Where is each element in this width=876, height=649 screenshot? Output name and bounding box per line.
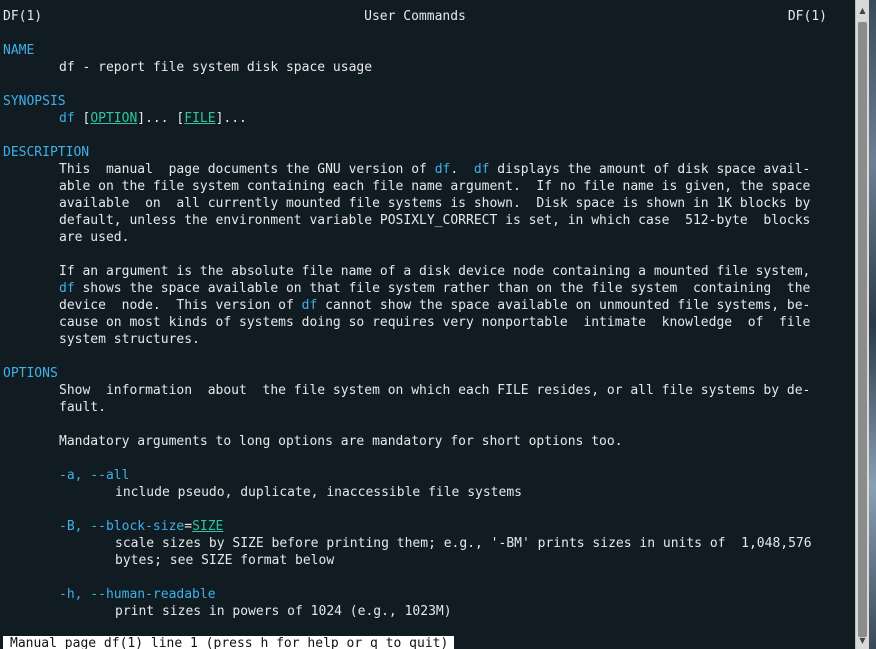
description-p1-line2: able on the file system containing each …: [59, 179, 811, 194]
df-keyword: df: [473, 162, 490, 177]
section-name-heading: NAME: [3, 43, 35, 58]
synopsis-bracket-close: ]...: [215, 111, 247, 126]
df-keyword: df: [301, 298, 318, 313]
description-p2-line3: device node. This version of df cannot s…: [59, 297, 810, 314]
options-intro-line1: Show information about the file system o…: [59, 383, 811, 398]
section-options-heading: OPTIONS: [3, 366, 58, 381]
desktop-background: [869, 0, 876, 649]
synopsis-command: df: [59, 111, 75, 126]
size-arg: SIZE: [192, 519, 224, 534]
scrollbar-thumb[interactable]: [858, 22, 867, 637]
description-p1-line4: default, unless the environment variable…: [59, 213, 811, 228]
text-run: cannot show the space available on unmou…: [317, 298, 811, 313]
option-block-size-flag: -B, --block-size=SIZE: [59, 518, 223, 535]
synopsis-option-arg: OPTION: [90, 111, 138, 126]
description-p2-line5: system structures.: [59, 332, 200, 347]
description-p1-line1: This manual page documents the GNU versi…: [59, 161, 810, 178]
text-run: displays the amount of disk space avail-: [489, 162, 811, 177]
options-intro-line2: fault.: [59, 400, 106, 415]
section-description-heading: DESCRIPTION: [3, 145, 90, 160]
text-run: This manual page documents the GNU versi…: [59, 162, 435, 177]
option-block-size-description-line2: bytes; see SIZE format below: [115, 553, 335, 568]
description-p2-line2: df shows the space available on that fil…: [59, 280, 810, 297]
synopsis-file-arg: FILE: [184, 111, 216, 126]
flag-text: -B, --block-size: [59, 519, 185, 534]
equals-sign: =: [184, 519, 193, 534]
option-human-readable-description: print sizes in powers of 1024 (e.g., 102…: [115, 604, 452, 619]
header-title: User Commands: [364, 9, 466, 24]
text-run: device node. This version of: [59, 298, 302, 313]
option-block-size-description-line1: scale sizes by SIZE before printing them…: [115, 536, 812, 551]
synopsis-bracket-mid: ]... [: [137, 111, 185, 126]
text-run: shows the space available on that file s…: [74, 281, 811, 296]
description-p2-line1: If an argument is the absolute file name…: [59, 264, 811, 279]
pager-status-bar: Manual page df(1) line 1 (press h for he…: [3, 636, 455, 649]
df-keyword: df: [59, 281, 75, 296]
synopsis-bracket-open: [: [74, 111, 91, 126]
vertical-scrollbar[interactable]: ▲ ▼: [855, 0, 869, 649]
option-all-description: include pseudo, duplicate, inaccessible …: [115, 485, 522, 500]
section-synopsis-heading: SYNOPSIS: [3, 94, 66, 109]
option-human-readable-flag: -h, --human-readable: [59, 587, 216, 602]
synopsis-line: df [OPTION]... [FILE]...: [59, 110, 247, 127]
header-right: DF(1): [787, 9, 827, 24]
scroll-up-icon[interactable]: ▲: [856, 4, 869, 17]
options-mandatory-note: Mandatory arguments to long options are …: [59, 434, 623, 449]
text-run: .: [450, 162, 474, 177]
terminal-window[interactable]: DF(1) User Commands DF(1) NAME df - repo…: [0, 0, 855, 649]
name-description: df - report file system disk space usage: [59, 60, 373, 75]
df-keyword: df: [434, 162, 451, 177]
scroll-down-icon[interactable]: ▼: [856, 634, 869, 647]
description-p2-line4: cause on most kinds of systems doing so …: [59, 315, 811, 330]
description-p1-line3: available on all currently mounted file …: [59, 196, 811, 211]
description-p1-line5: are used.: [59, 230, 130, 245]
option-all-flag: -a, --all: [59, 468, 130, 483]
